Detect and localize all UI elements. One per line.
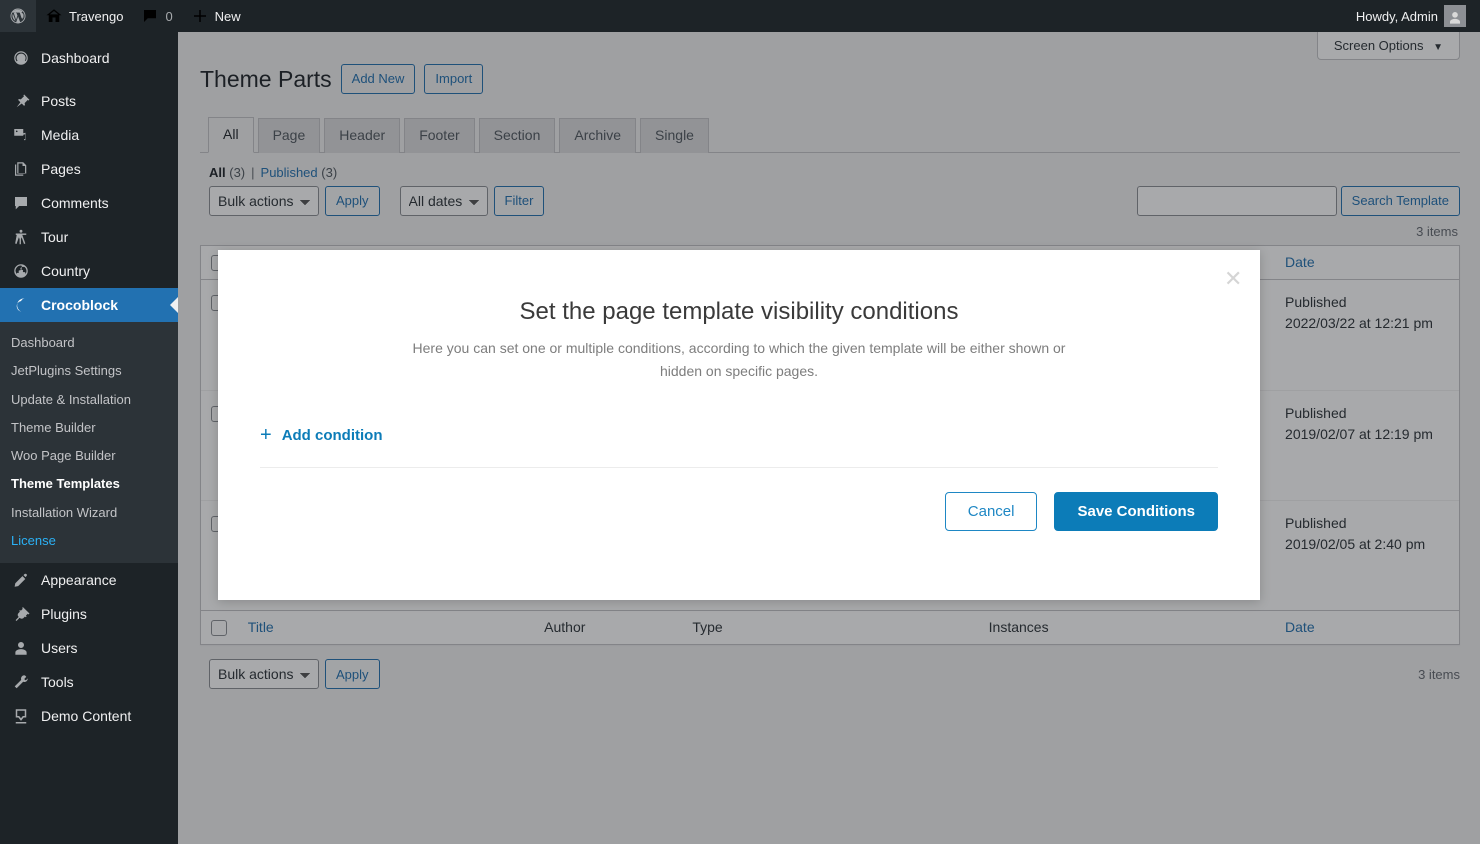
avatar <box>1444 5 1466 27</box>
crocoblock-submenu: Dashboard JetPlugins Settings Update & I… <box>0 322 178 563</box>
comment-bubble-icon <box>141 7 159 25</box>
admin-bar: Travengo 0 New Howdy, Admin <box>0 0 1480 32</box>
sidebar-item-label: Plugins <box>41 606 87 622</box>
modal-footer: Cancel Save Conditions <box>260 492 1218 532</box>
howdy-label: Howdy, Admin <box>1355 8 1438 24</box>
tools-icon <box>11 672 31 692</box>
sidebar-item-tools[interactable]: Tools <box>0 665 178 699</box>
submenu-item-license[interactable]: License <box>0 527 178 555</box>
visibility-conditions-modal: ✕ Set the page template visibility condi… <box>218 250 1260 600</box>
my-account-menu[interactable]: Howdy, Admin <box>1347 0 1480 32</box>
submenu-item-theme-templates[interactable]: Theme Templates <box>0 470 178 498</box>
sidebar-item-media[interactable]: Media <box>0 118 178 152</box>
add-condition-button[interactable]: + Add condition <box>260 423 383 447</box>
sidebar-separator-1 <box>0 75 178 84</box>
sidebar-item-plugins[interactable]: Plugins <box>0 597 178 631</box>
sidebar-item-label: Pages <box>41 161 81 177</box>
sidebar-item-label: Tools <box>41 674 74 690</box>
sidebar-item-pages[interactable]: Pages <box>0 152 178 186</box>
sidebar-item-label: Demo Content <box>41 708 132 724</box>
sidebar-item-posts[interactable]: Posts <box>0 84 178 118</box>
wordpress-logo-menu[interactable] <box>0 0 36 32</box>
demo-content-icon <box>11 706 31 726</box>
sidebar-item-label: Appearance <box>41 572 117 588</box>
admin-sidebar: Dashboard Posts Media Pages Comments Tou… <box>0 32 178 844</box>
sidebar-item-label: Dashboard <box>41 50 110 66</box>
sidebar-item-tour[interactable]: Tour <box>0 220 178 254</box>
users-icon <box>11 638 31 658</box>
site-name-label: Travengo <box>69 8 124 24</box>
site-name-menu[interactable]: Travengo <box>36 0 132 32</box>
globe-icon <box>11 261 31 281</box>
submenu-item-jetplugins-settings[interactable]: JetPlugins Settings <box>0 357 178 385</box>
sidebar-item-dashboard[interactable]: Dashboard <box>0 41 178 75</box>
sidebar-item-label: Country <box>41 263 91 279</box>
comment-count: 0 <box>165 8 173 24</box>
plus-icon: + <box>260 424 272 447</box>
submenu-item-woo-page-builder[interactable]: Woo Page Builder <box>0 442 178 470</box>
sidebar-item-label: Comments <box>41 195 109 211</box>
new-content-menu[interactable]: New <box>182 0 250 32</box>
close-icon[interactable]: ✕ <box>1218 266 1244 292</box>
plus-icon <box>191 7 209 25</box>
add-condition-label: Add condition <box>281 426 383 444</box>
submenu-item-dashboard[interactable]: Dashboard <box>0 329 178 357</box>
modal-description: Here you can set one or multiple conditi… <box>412 340 1066 380</box>
sidebar-item-comments[interactable]: Comments <box>0 186 178 220</box>
sidebar-item-appearance[interactable]: Appearance <box>0 563 178 597</box>
pin-icon <box>11 91 31 111</box>
save-conditions-button[interactable]: Save Conditions <box>1054 492 1218 532</box>
comments-bubble[interactable]: 0 <box>132 0 181 32</box>
sidebar-item-label: Crocoblock <box>41 297 119 313</box>
pages-icon <box>11 159 31 179</box>
appearance-icon <box>11 570 31 590</box>
modal-title: Set the page template visibility conditi… <box>519 298 959 325</box>
comments-icon <box>11 193 31 213</box>
new-label: New <box>214 8 241 24</box>
modal-header: Set the page template visibility conditi… <box>218 250 1260 383</box>
sidebar-item-label: Media <box>41 127 80 143</box>
submenu-item-theme-builder[interactable]: Theme Builder <box>0 414 178 442</box>
sidebar-item-label: Users <box>41 640 78 656</box>
sidebar-item-users[interactable]: Users <box>0 631 178 665</box>
crocoblock-icon <box>11 295 31 315</box>
home-icon <box>45 7 63 25</box>
wordpress-logo-icon <box>9 7 27 25</box>
submenu-item-installation-wizard[interactable]: Installation Wizard <box>0 499 178 527</box>
sidebar-top-spacer <box>0 32 178 41</box>
media-icon <box>11 125 31 145</box>
cancel-button[interactable]: Cancel <box>944 492 1038 532</box>
sidebar-item-label: Tour <box>41 229 69 245</box>
modal-body: + Add condition <box>260 423 1218 469</box>
sidebar-item-crocoblock[interactable]: Crocoblock <box>0 288 178 322</box>
sidebar-item-label: Posts <box>41 93 77 109</box>
submenu-item-update-installation[interactable]: Update & Installation <box>0 386 178 414</box>
sidebar-item-demo-content[interactable]: Demo Content <box>0 699 178 733</box>
tour-icon <box>11 227 31 247</box>
sidebar-item-country[interactable]: Country <box>0 254 178 288</box>
dashboard-icon <box>11 48 31 68</box>
plugins-icon <box>11 604 31 624</box>
